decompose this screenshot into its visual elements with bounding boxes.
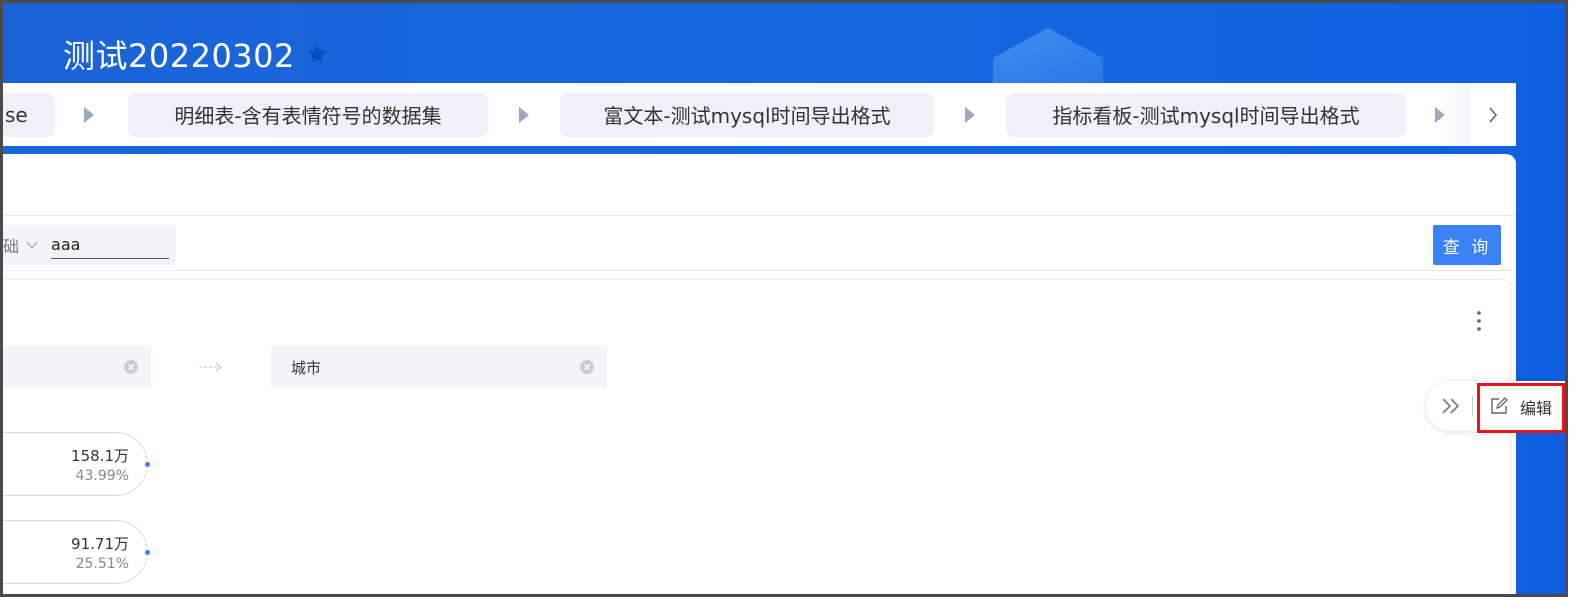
floating-toolbar: 编辑 (1426, 381, 1565, 431)
tab-separator-icon (84, 106, 94, 123)
dimension-label: 城市 (291, 358, 322, 377)
flow-arrow-icon (199, 362, 222, 372)
outer-margin (0, 597, 1580, 602)
tab-item[interactable]: 指标看板-测试mysql时间导出格式 (1006, 92, 1406, 137)
filter-field[interactable]: 础 (3, 225, 176, 265)
tab-item[interactable]: 富文本-测试mysql时间导出格式 (560, 92, 934, 137)
tabs-fade (1440, 83, 1470, 146)
node-percent: 43.99% (75, 468, 129, 484)
chevron-down-icon[interactable] (25, 238, 39, 252)
report-tabs: se 明细表-含有表情符号的数据集 富文本-测试mysql时间导出格式 指标看板… (3, 83, 1516, 146)
flow-node[interactable]: 91.71万 25.51% (3, 520, 150, 584)
filter-row: 础 查 询 (3, 217, 1516, 271)
node-percent: 25.51% (75, 556, 129, 572)
tab-item[interactable]: 明细表-含有表情符号的数据集 (128, 92, 488, 137)
tab-label: 富文本-测试mysql时间导出格式 (603, 104, 891, 128)
title-row: 测试20220302 (63, 31, 329, 77)
star-icon[interactable] (305, 42, 329, 66)
page-title: 测试20220302 (63, 37, 295, 75)
tab-label: se (5, 102, 28, 127)
clear-icon[interactable] (579, 359, 595, 375)
app-window: 测试20220302 se 明细表-含有表情符号的数据集 富文本-测试mysql… (0, 0, 1568, 597)
panel-header (3, 154, 1516, 216)
dashboard-panel: 础 查 询 (3, 154, 1516, 594)
tab-label: 指标看板-测试mysql时间导出格式 (1052, 104, 1360, 128)
more-vertical-icon[interactable] (1476, 310, 1482, 332)
tabs-next-button[interactable] (1470, 83, 1516, 146)
double-chevron-right-icon[interactable] (1440, 396, 1462, 416)
filter-label: 础 (3, 237, 20, 256)
tab-separator-icon (519, 106, 529, 123)
node-connector (145, 462, 150, 467)
clear-icon[interactable] (123, 359, 139, 375)
toolbar-divider (1472, 396, 1473, 416)
tab-label: 明细表-含有表情符号的数据集 (174, 104, 442, 128)
tab-item[interactable]: se (3, 92, 55, 137)
dimension-right-field[interactable]: 城市 (271, 346, 607, 388)
tab-separator-icon (965, 106, 975, 123)
node-value: 158.1万 (71, 447, 129, 465)
node-value: 91.71万 (71, 535, 129, 553)
edit-label[interactable]: 编辑 (1520, 395, 1552, 419)
node-connector (145, 550, 150, 555)
dimension-left-field[interactable] (3, 346, 151, 388)
outer-margin (1568, 0, 1580, 602)
edit-icon[interactable] (1490, 397, 1508, 415)
query-button[interactable]: 查 询 (1433, 225, 1501, 265)
chevron-right-icon (1489, 106, 1498, 123)
flow-node[interactable]: 158.1万 43.99% (3, 432, 150, 496)
filter-input[interactable] (51, 231, 170, 259)
flow-widget: 城市 158.1万 43.99% 91.71万 25.51% (3, 279, 1511, 594)
